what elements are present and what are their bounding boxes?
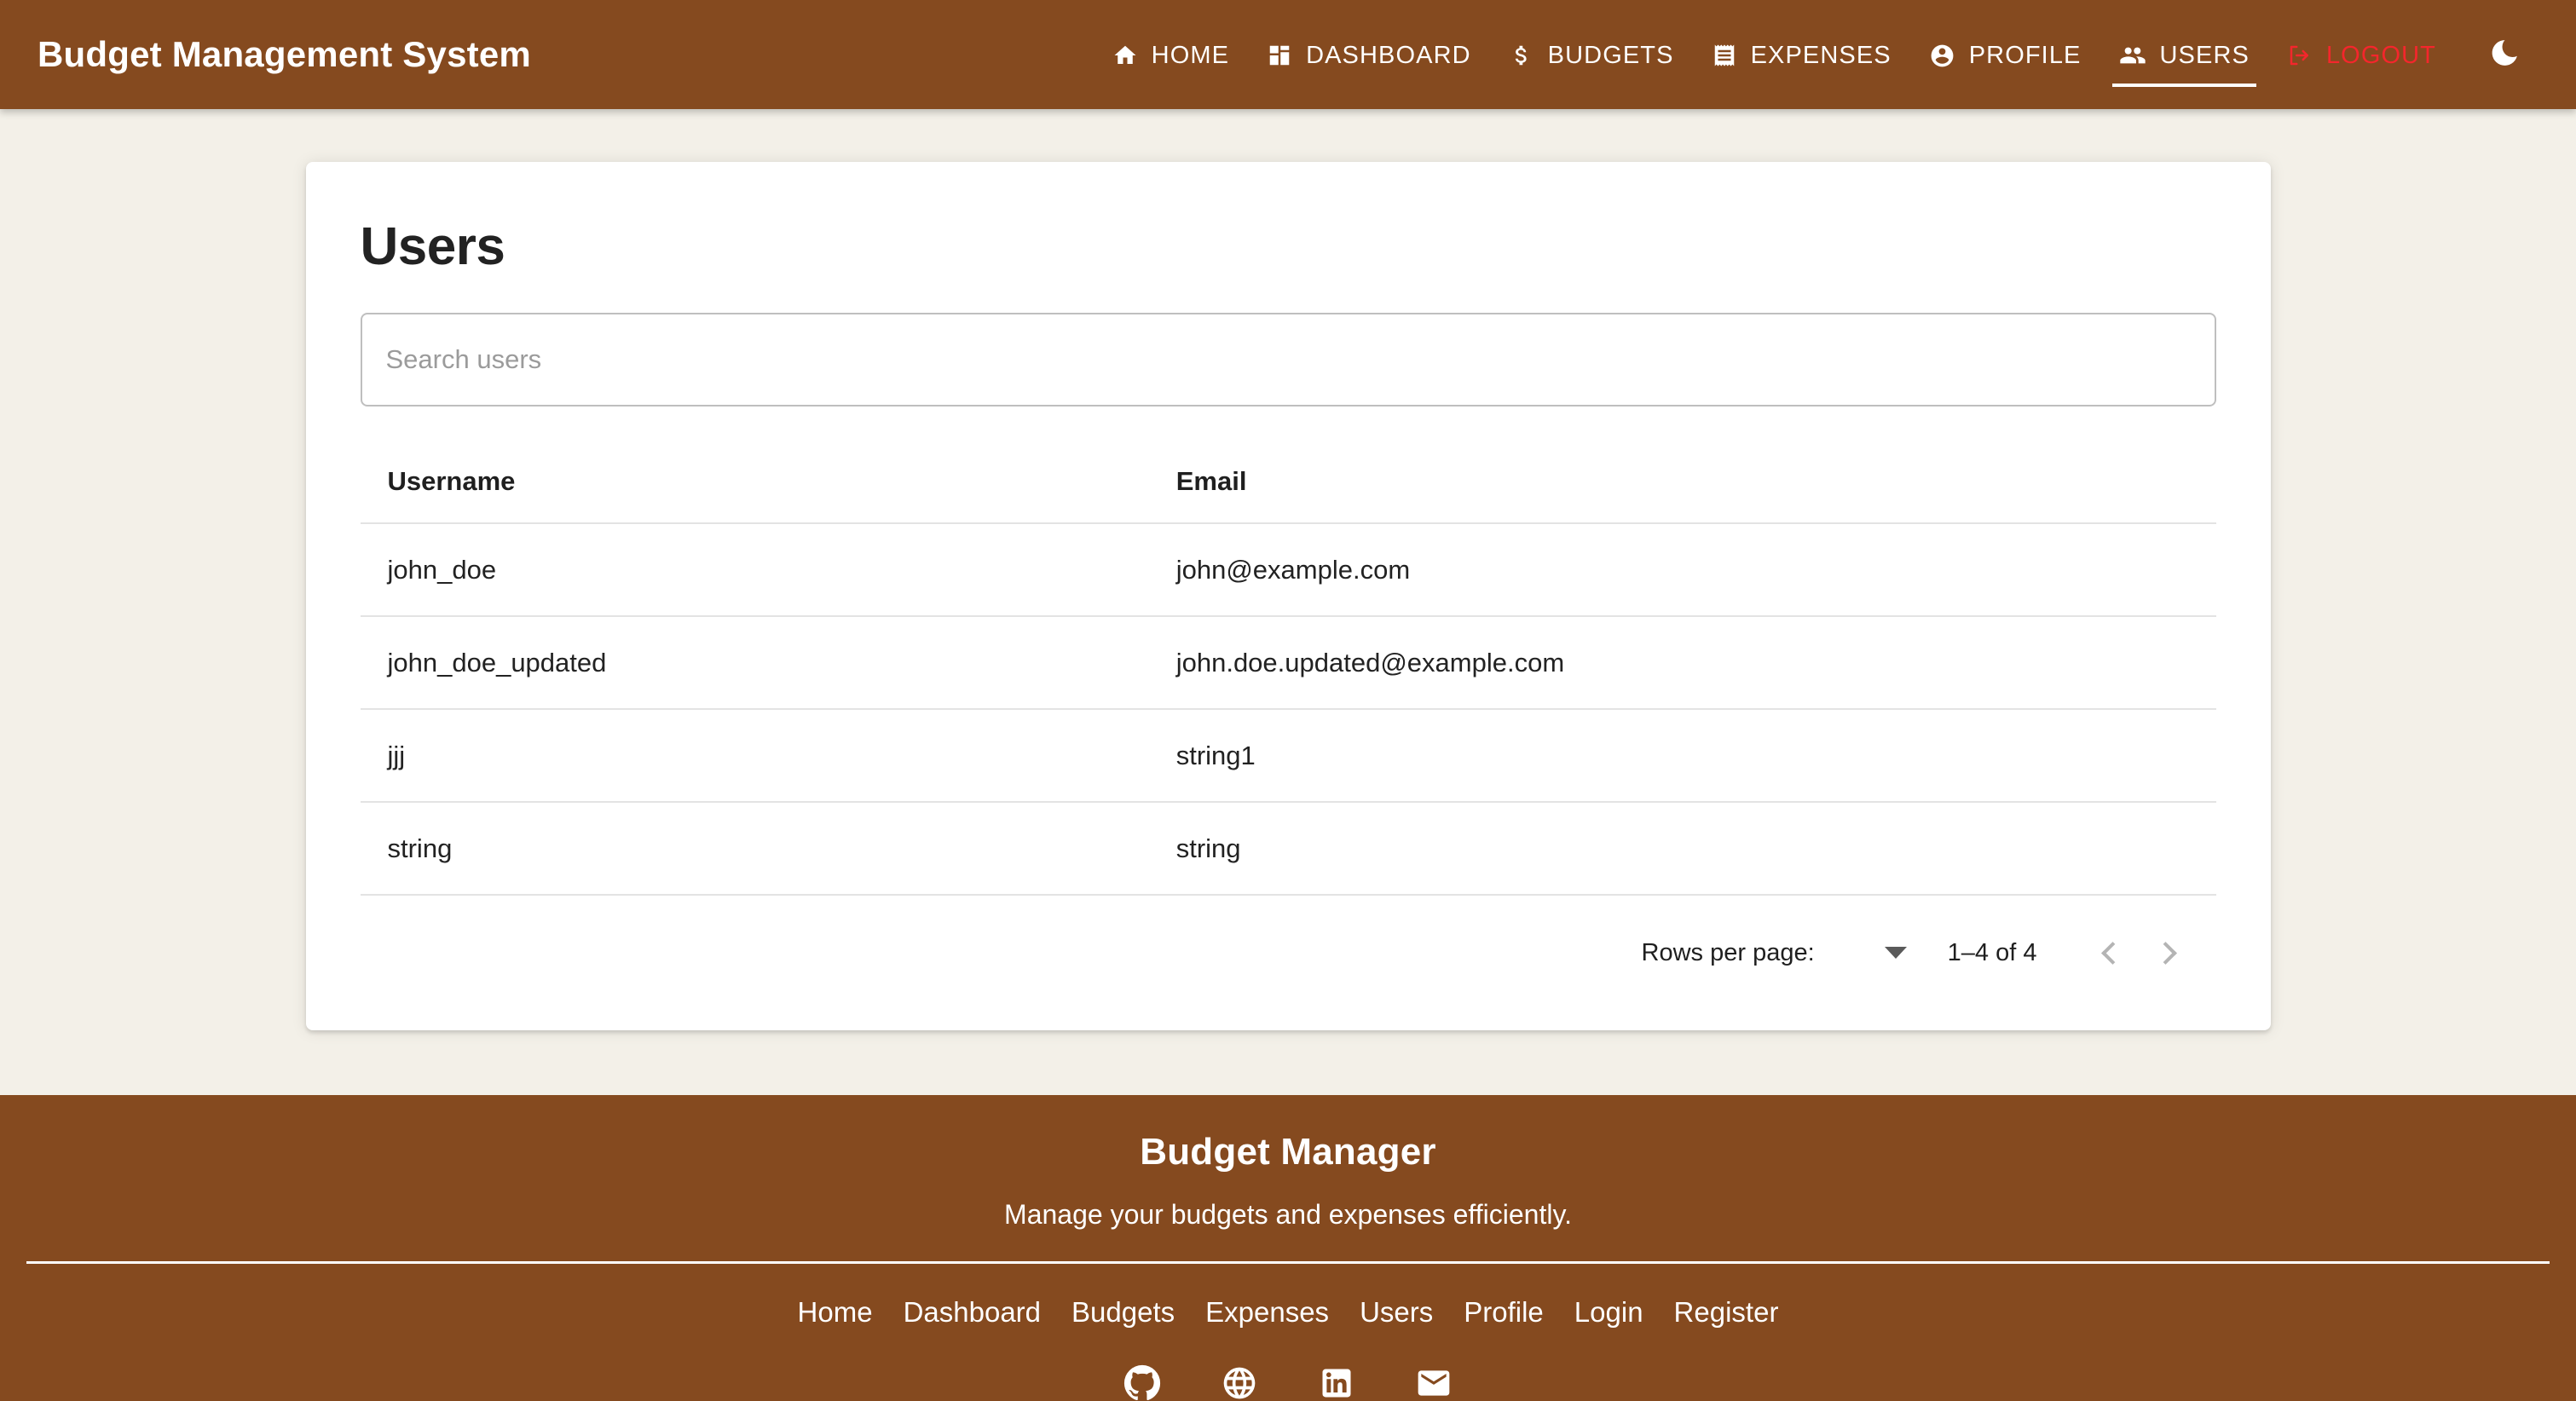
nav-item-home[interactable]: HOME bbox=[1094, 11, 1248, 99]
footer-subtitle: Manage your budgets and expenses efficie… bbox=[1004, 1199, 1572, 1230]
table-row[interactable]: jjj string1 bbox=[360, 709, 2216, 803]
people-icon bbox=[2119, 42, 2146, 69]
nav-item-expenses-label: EXPENSES bbox=[1750, 41, 1892, 69]
theme-toggle-button[interactable] bbox=[2474, 24, 2535, 85]
github-icon[interactable] bbox=[1122, 1363, 1163, 1401]
column-header-username[interactable]: Username bbox=[360, 451, 1149, 524]
chevron-right-icon bbox=[2154, 941, 2177, 965]
cell-username: jjj bbox=[360, 709, 1149, 803]
search-field-wrapper[interactable] bbox=[360, 313, 2216, 406]
dollar-icon bbox=[1509, 43, 1534, 68]
chevron-down-icon bbox=[1884, 947, 1907, 959]
receipt-icon bbox=[1712, 43, 1737, 68]
table-row[interactable]: string string bbox=[360, 802, 2216, 896]
table-header-row: Username Email bbox=[360, 451, 2216, 524]
home-icon bbox=[1112, 43, 1138, 68]
chevron-left-icon bbox=[2101, 941, 2124, 965]
nav-item-budgets-label: BUDGETS bbox=[1547, 41, 1674, 69]
table-row[interactable]: john_doe john@example.com bbox=[360, 523, 2216, 617]
app-brand-title: Budget Management System bbox=[38, 34, 531, 74]
rows-per-page-select[interactable] bbox=[1852, 947, 1907, 959]
footer-link-expenses[interactable]: Expenses bbox=[1205, 1296, 1329, 1329]
pagination-range-label: 1–4 of 4 bbox=[1947, 938, 2037, 966]
nav-item-users-label: USERS bbox=[2159, 41, 2250, 69]
previous-page-button[interactable] bbox=[2082, 924, 2140, 982]
rows-per-page-label: Rows per page: bbox=[1641, 938, 1815, 966]
footer-link-profile[interactable]: Profile bbox=[1464, 1296, 1544, 1329]
nav-item-budgets[interactable]: BUDGETS bbox=[1490, 11, 1693, 99]
page-title: Users bbox=[360, 217, 505, 276]
footer-divider bbox=[26, 1261, 2550, 1264]
linkedin-icon[interactable] bbox=[1316, 1363, 1357, 1401]
users-table-head: Username Email bbox=[360, 451, 2216, 524]
footer-links: Home Dashboard Budgets Expenses Users Pr… bbox=[26, 1296, 2550, 1329]
nav-item-logout[interactable]: LOGOUT bbox=[2268, 11, 2455, 99]
dashboard-icon bbox=[1267, 43, 1292, 68]
cell-username: john_doe bbox=[360, 523, 1149, 617]
nav-item-logout-label: LOGOUT bbox=[2325, 41, 2436, 69]
cell-email: john@example.com bbox=[1148, 523, 2216, 617]
footer-link-login[interactable]: Login bbox=[1574, 1296, 1643, 1329]
next-page-button[interactable] bbox=[2140, 924, 2198, 982]
footer-link-users[interactable]: Users bbox=[1360, 1296, 1433, 1329]
main-content: Users Username Email john_doe john@examp… bbox=[0, 109, 2576, 1095]
globe-icon[interactable] bbox=[1219, 1363, 1260, 1401]
account-circle-icon bbox=[1929, 43, 1955, 69]
logout-icon bbox=[2287, 43, 2313, 68]
nav-item-expenses[interactable]: EXPENSES bbox=[1693, 11, 1910, 99]
cell-email: string1 bbox=[1148, 709, 2216, 803]
site-footer: Budget Manager Manage your budgets and e… bbox=[0, 1095, 2576, 1401]
footer-link-budgets[interactable]: Budgets bbox=[1071, 1296, 1175, 1329]
cell-username: john_doe_updated bbox=[360, 616, 1149, 710]
footer-socials bbox=[26, 1363, 2550, 1401]
cell-email: string bbox=[1148, 802, 2216, 896]
nav-item-home-label: HOME bbox=[1151, 41, 1230, 69]
footer-link-home[interactable]: Home bbox=[798, 1296, 873, 1329]
footer-link-dashboard[interactable]: Dashboard bbox=[904, 1296, 1041, 1329]
footer-title: Budget Manager bbox=[1140, 1131, 1436, 1173]
main-navigation: HOME DASHBOARD BUDGETS EXPENSES PROFILE bbox=[1094, 11, 2535, 99]
nav-item-profile-label: PROFILE bbox=[1968, 41, 2082, 69]
nav-item-users[interactable]: USERS bbox=[2100, 11, 2268, 99]
cell-email: john.doe.updated@example.com bbox=[1148, 616, 2216, 710]
app-header: Budget Management System HOME DASHBOARD … bbox=[0, 0, 2576, 109]
users-table-body: john_doe john@example.com john_doe_updat… bbox=[360, 523, 2216, 896]
nav-item-dashboard-label: DASHBOARD bbox=[1306, 41, 1471, 69]
nav-item-profile[interactable]: PROFILE bbox=[1910, 11, 2100, 99]
table-row[interactable]: john_doe_updated john.doe.updated@exampl… bbox=[360, 616, 2216, 710]
table-pagination: Rows per page: 1–4 of 4 bbox=[361, 896, 2216, 986]
users-table: Username Email john_doe john@example.com… bbox=[360, 451, 2216, 896]
search-input[interactable] bbox=[385, 344, 2191, 375]
footer-link-register[interactable]: Register bbox=[1674, 1296, 1779, 1329]
users-card: Users Username Email john_doe john@examp… bbox=[305, 162, 2271, 1030]
nav-item-dashboard[interactable]: DASHBOARD bbox=[1248, 11, 1490, 99]
column-header-email[interactable]: Email bbox=[1148, 451, 2216, 524]
moon-icon bbox=[2489, 37, 2520, 72]
email-icon[interactable] bbox=[1413, 1363, 1454, 1401]
cell-username: string bbox=[360, 802, 1149, 896]
